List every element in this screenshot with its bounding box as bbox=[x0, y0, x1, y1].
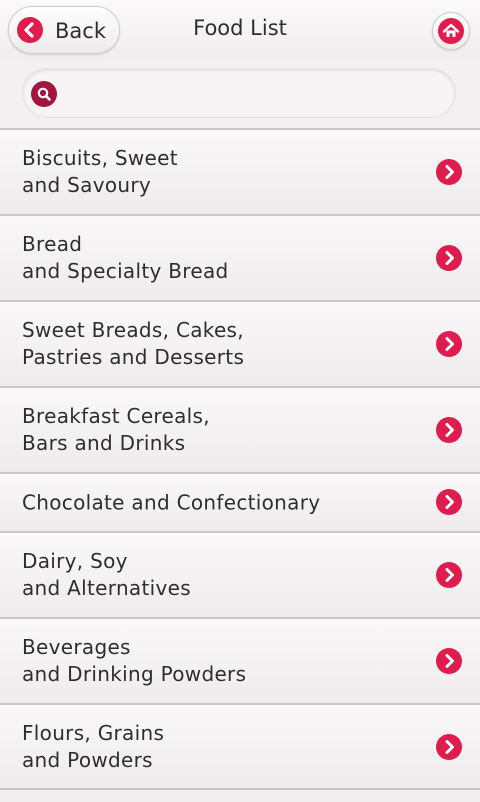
list-item[interactable]: Sweet Breads, Cakes, Pastries and Desser… bbox=[0, 300, 480, 386]
chevron-right-icon bbox=[436, 245, 462, 271]
home-icon bbox=[438, 18, 464, 44]
chevron-right-icon bbox=[436, 331, 462, 357]
search-input[interactable] bbox=[67, 79, 451, 109]
search-bar bbox=[0, 60, 480, 128]
list-item-label: Beverages and Drinking Powders bbox=[22, 635, 247, 686]
page-title: Food List bbox=[193, 16, 287, 40]
list-item-label: Flours, Grains and Powders bbox=[22, 721, 165, 772]
app-header: Back Food List bbox=[0, 0, 480, 60]
chevron-right-icon bbox=[436, 159, 462, 185]
list-item[interactable]: Bread and Specialty Bread bbox=[0, 214, 480, 300]
chevron-right-icon bbox=[436, 417, 462, 443]
list-item[interactable]: Chocolate and Confectionary bbox=[0, 472, 480, 531]
list-item[interactable]: Biscuits, Sweet and Savoury bbox=[0, 128, 480, 214]
list-item[interactable]: Breakfast Cereals, Bars and Drinks bbox=[0, 386, 480, 472]
home-button[interactable] bbox=[432, 12, 470, 50]
list-item-label: Biscuits, Sweet and Savoury bbox=[22, 146, 178, 197]
list-item-label: Bread and Specialty Bread bbox=[22, 232, 229, 283]
list-item[interactable]: Dairy, Soy and Alternatives bbox=[0, 531, 480, 617]
search-icon bbox=[31, 81, 57, 107]
list-item-label: Sweet Breads, Cakes, Pastries and Desser… bbox=[22, 318, 245, 369]
list-item-label: Chocolate and Confectionary bbox=[22, 490, 321, 514]
chevron-right-icon bbox=[436, 489, 462, 515]
list-item-label: Breakfast Cereals, Bars and Drinks bbox=[22, 404, 210, 455]
chevron-right-icon bbox=[436, 734, 462, 760]
chevron-right-icon bbox=[436, 648, 462, 674]
list-item[interactable]: Beverages and Drinking Powders bbox=[0, 617, 480, 703]
list-item-label: Dairy, Soy and Alternatives bbox=[22, 549, 191, 600]
search-field-container[interactable] bbox=[22, 68, 456, 118]
list-item[interactable]: Flours, Grains and Powders bbox=[0, 703, 480, 789]
food-category-list: Biscuits, Sweet and Savoury Bread and Sp… bbox=[0, 128, 480, 789]
chevron-right-icon bbox=[436, 562, 462, 588]
